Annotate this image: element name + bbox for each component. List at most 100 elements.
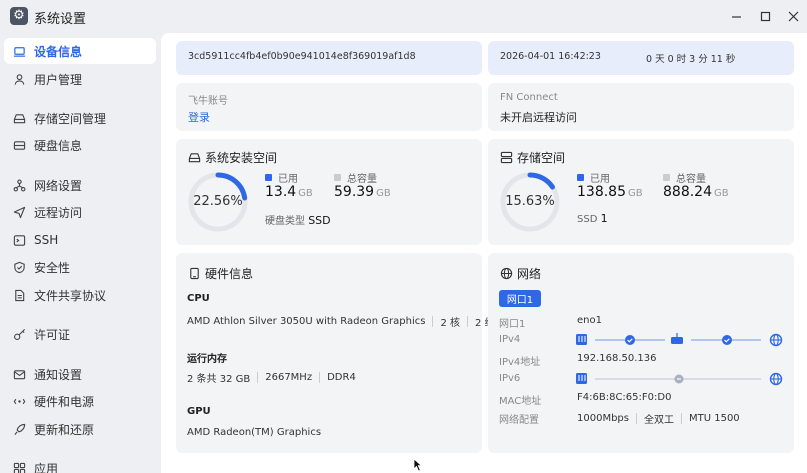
users-icon: [12, 72, 26, 86]
sidebar-item-ssh[interactable]: SSH: [4, 227, 156, 253]
minimize-icon: [731, 15, 741, 18]
device-icon: [190, 267, 199, 280]
port-value: eno1: [577, 315, 602, 326]
account-card: 飞牛账号 登录: [176, 83, 482, 131]
mail-icon: [12, 367, 26, 381]
sidebar: 设备信息 用户管理 存储空间管理 硬盘信息 网络设置 远程访问 SSH 安全性 …: [0, 33, 160, 473]
gpu-info: AMD Radeon(TM) Graphics: [187, 427, 322, 438]
sidebar-item-label: 安全性: [34, 260, 71, 275]
sidebar-item-disk-info[interactable]: 硬盘信息: [4, 132, 156, 158]
sidebar-item-device-info[interactable]: 设备信息: [4, 38, 156, 64]
sidebar-item-label: 远程访问: [34, 205, 83, 220]
sidebar-item-label: 通知设置: [34, 367, 83, 382]
rocket-icon: [12, 422, 26, 436]
sidebar-item-storage-manage[interactable]: 存储空间管理: [4, 105, 156, 131]
disk-type: 硬盘类型 SSD: [265, 214, 331, 227]
storage-used-value: 138.85 GB: [577, 184, 643, 200]
fn-connect-card: FN Connect 未开启远程访问: [488, 83, 794, 131]
system-usage-percent: 22.56%: [193, 194, 243, 209]
sidebar-item-label: SSH: [34, 233, 59, 247]
sidebar-item-label: 硬件和电源: [34, 394, 95, 409]
file-icon: [12, 288, 26, 302]
close-button[interactable]: [784, 7, 802, 25]
fn-connect-label: FN Connect: [500, 92, 558, 103]
sidebar-item-label: 文件共享协议: [34, 288, 107, 303]
shield-icon: [12, 260, 26, 274]
network-config: 1000Mbps 全双工 MTU 1500: [577, 413, 740, 426]
memory-info: 2 条共 32 GB 2667MHz DDR4: [187, 372, 356, 385]
close-icon: [788, 11, 798, 21]
mouse-cursor-icon: [413, 458, 423, 472]
sidebar-item-security[interactable]: 安全性: [4, 254, 156, 280]
storage-usage-percent: 15.63%: [505, 194, 555, 209]
key-icon: [12, 327, 26, 341]
mac-label: MAC地址: [499, 396, 542, 407]
cpu-info: AMD Athlon Silver 3050U with Radeon Grap…: [187, 316, 505, 329]
router-icon: [671, 337, 683, 344]
sidebar-item-notifications[interactable]: 通知设置: [4, 361, 156, 387]
cpu-label: CPU: [187, 293, 210, 304]
laptop-icon: [12, 44, 26, 58]
server-icon: [500, 151, 513, 164]
apps-icon: [12, 461, 26, 473]
sidebar-item-label: 硬盘信息: [34, 138, 83, 153]
sidebar-item-label: 更新和还原: [34, 422, 95, 437]
system-used-value: 13.4 GB: [265, 184, 313, 200]
tab-port-1[interactable]: 网口1: [499, 290, 541, 307]
storage-icon: [12, 111, 26, 125]
storage-total-legend: 总容量: [663, 170, 706, 185]
system-total-value: 59.39 GB: [334, 184, 391, 200]
mac-address: F4:6B:8C:65:F0:D0: [577, 392, 672, 403]
sidebar-item-label: 许可证: [34, 327, 71, 342]
ipv4-address: 192.168.50.136: [577, 353, 657, 364]
sidebar-item-label: 网络设置: [34, 178, 83, 193]
storage-space-title: 存储空间: [500, 149, 565, 166]
login-link[interactable]: 登录: [188, 109, 210, 125]
send-icon: [12, 205, 26, 219]
main-content: 3cd5911cc4fb4ef0b90e941014e8f369019af1d8…: [161, 33, 807, 473]
sidebar-item-remote-access[interactable]: 远程访问: [4, 199, 156, 225]
storage-used-legend: 已用: [577, 170, 610, 185]
maximize-button[interactable]: [756, 7, 774, 25]
sidebar-item-label: 设备信息: [34, 44, 83, 59]
maximize-icon: [760, 11, 770, 21]
network-icon: [12, 178, 26, 192]
system-total-legend: 总容量: [334, 170, 377, 185]
system-used-legend: 已用: [265, 170, 298, 185]
ipv6-connection-diagram: [576, 372, 783, 386]
chip-icon: [12, 394, 26, 408]
uptime: 0 天 0 时 3 分 11 秒: [646, 54, 736, 65]
system-usage-ring: 22.56%: [186, 170, 250, 234]
check-icon: [625, 335, 635, 345]
minimize-button[interactable]: [727, 7, 745, 25]
sidebar-item-hardware-power[interactable]: 硬件和电源: [4, 388, 156, 414]
gpu-label: GPU: [187, 406, 211, 417]
sidebar-item-label: 用户管理: [34, 72, 83, 87]
check-icon: [722, 335, 732, 345]
title-bar: ⚙ 系统设置: [0, 0, 807, 33]
ipv4-address-label: IPv4地址: [499, 357, 541, 368]
sidebar-item-license[interactable]: 许可证: [4, 321, 156, 347]
system-time: 2026-04-01 16:42:23: [500, 51, 601, 62]
storage-space-card: 存储空间 15.63% 已用 138.85 GB 总容量 888.24 GB SSD…: [488, 139, 794, 245]
network-title: 网络: [500, 265, 541, 282]
disk-icon: [188, 153, 201, 163]
sidebar-item-label: 存储空间管理: [34, 111, 107, 126]
device-id: 3cd5911cc4fb4ef0b90e941014e8f369019af1d8: [188, 51, 416, 62]
sidebar-item-users[interactable]: 用户管理: [4, 66, 156, 92]
sidebar-item-apps[interactable]: 应用: [4, 455, 156, 473]
sidebar-item-file-sharing[interactable]: 文件共享协议: [4, 282, 156, 308]
ipv4-connection-diagram: [576, 333, 783, 347]
disk-icon: [12, 138, 26, 152]
ipv4-label: IPv4: [499, 334, 521, 345]
ipv6-label: IPv6: [499, 373, 521, 384]
device-id-card: 3cd5911cc4fb4ef0b90e941014e8f369019af1d8: [176, 41, 482, 75]
fn-connect-status: 未开启远程访问: [500, 111, 577, 124]
sidebar-item-update-restore[interactable]: 更新和还原: [4, 416, 156, 442]
memory-label: 运行内存: [187, 354, 227, 365]
gear-icon: ⚙: [10, 7, 28, 25]
ssd-count: SSD 1: [577, 212, 608, 225]
sidebar-item-network[interactable]: 网络设置: [4, 172, 156, 198]
storage-total-value: 888.24 GB: [663, 184, 729, 200]
hardware-title: 硬件信息: [188, 265, 253, 282]
